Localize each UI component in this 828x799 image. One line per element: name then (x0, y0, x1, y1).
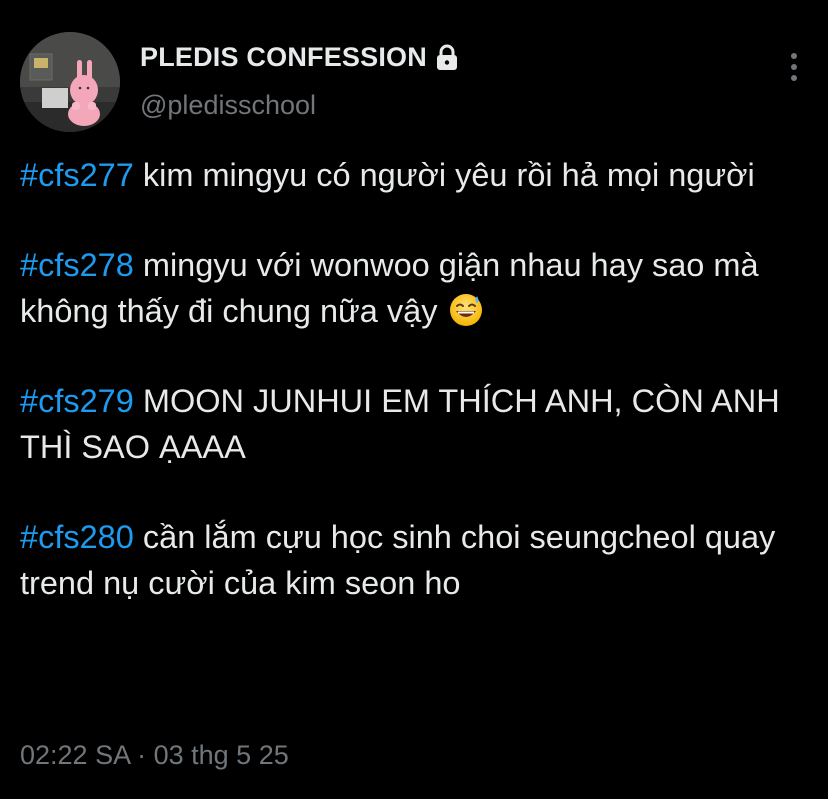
hashtag-link[interactable]: #cfs277 (20, 157, 134, 193)
meta-separator: · (129, 740, 154, 770)
tweet-text: #cfs277 kim mingyu có người yêu rồi hả m… (20, 152, 815, 650)
user-handle[interactable]: @pledisschool (140, 90, 316, 121)
avatar[interactable] (20, 32, 120, 132)
tweet-paragraph: #cfs280 cần lắm cựu học sinh choi seungc… (20, 514, 815, 606)
paragraph-text: kim mingyu có người yêu rồi hả mọi người (133, 157, 755, 193)
grinning-sweat-emoji (448, 292, 484, 328)
hashtag-link[interactable]: #cfs280 (20, 519, 134, 555)
more-options-icon[interactable] (786, 50, 802, 84)
tweet-paragraph: #cfs279 MOON JUNHUI EM THÍCH ANH, CÒN AN… (20, 378, 815, 470)
paragraph-text: MOON JUNHUI EM THÍCH ANH, CÒN ANH THÌ SA… (20, 383, 780, 465)
paragraph-text: cần lắm cựu học sinh choi seungcheol qua… (20, 519, 776, 601)
tweet-paragraph: #cfs278 mingyu với wonwoo giận nhau hay … (20, 242, 815, 334)
hashtag-link[interactable]: #cfs279 (20, 383, 134, 419)
hashtag-link[interactable]: #cfs278 (20, 247, 134, 283)
tweet-time: 02:22 SA (20, 740, 130, 770)
display-name[interactable]: PLEDIS CONFESSION (140, 42, 427, 73)
tweet-paragraph: #cfs277 kim mingyu có người yêu rồi hả m… (20, 152, 815, 198)
lock-icon (435, 44, 459, 72)
avatar-illustration (20, 32, 120, 132)
tweet-timestamp[interactable]: 02:22 SA · 03 thg 5 25 (20, 740, 289, 771)
name-row: PLEDIS CONFESSION (140, 42, 459, 73)
tweet-header: PLEDIS CONFESSION @pledisschool (20, 30, 810, 132)
tweet-date: 03 thg 5 25 (153, 740, 289, 770)
